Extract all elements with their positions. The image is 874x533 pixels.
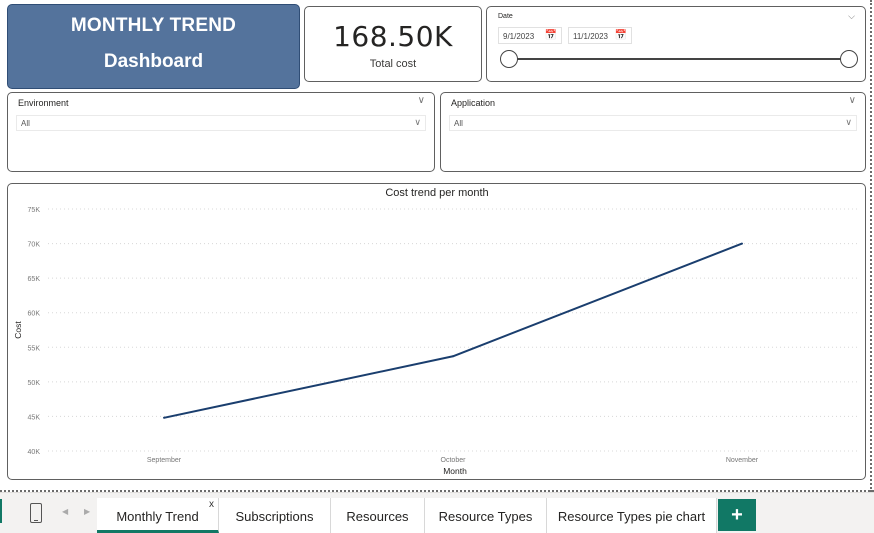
start-date-value: 9/1/2023 [503, 32, 535, 41]
x-tick-label: October [441, 457, 467, 464]
end-date-input[interactable]: 11/1/2023 📅 [568, 27, 632, 44]
application-slicer-title: Application [451, 98, 496, 108]
tab-monthly-trend[interactable]: Monthly Trend x [97, 498, 219, 533]
range-end-handle[interactable] [840, 50, 858, 68]
application-slicer[interactable]: Application ∨ All ∨ [440, 92, 866, 172]
title-card: MONTHLY TREND Dashboard [7, 4, 300, 89]
prev-page-icon[interactable]: ◀ [62, 507, 68, 516]
tab-resources[interactable]: Resources [331, 498, 425, 533]
phone-layout-icon[interactable] [30, 503, 42, 523]
date-slicer-title: Date [498, 13, 513, 20]
line-chart-svg: Cost trend per month 40K 45K 50K 55K 60K 65K 70… [13, 187, 858, 476]
next-page-icon[interactable]: ▶ [84, 507, 90, 516]
canvas-border-right [870, 0, 872, 492]
calendar-icon[interactable]: 📅 [545, 30, 557, 41]
y-tick-label: 65K [28, 276, 41, 283]
y-tick-label: 40K [28, 449, 41, 456]
cost-trend-chart[interactable]: Cost trend per month 40K 45K 50K 55K 60K 65K 70… [7, 183, 866, 480]
total-cost-card[interactable]: 168.50K Total cost [304, 6, 482, 82]
y-tick-label: 45K [28, 414, 41, 421]
add-page-button[interactable]: + [718, 499, 756, 531]
tab-bar-edge [0, 499, 2, 523]
data-point [741, 242, 743, 245]
kpi-label: Total cost [369, 58, 417, 70]
y-tick-label: 70K [28, 242, 41, 249]
application-dropdown[interactable]: All ∨ [449, 115, 857, 131]
x-tick-label: November [726, 457, 759, 464]
data-point [163, 416, 165, 419]
kpi-value: 168.50K [333, 20, 453, 53]
chevron-down-icon: ∨ [414, 117, 421, 127]
tab-label: Subscriptions [235, 509, 314, 524]
y-axis-label: Cost [13, 321, 23, 339]
application-selected: All [454, 119, 463, 128]
chevron-down-icon[interactable]: ⌵ [848, 11, 855, 22]
x-axis-label: Month [443, 466, 467, 476]
end-date-value: 11/1/2023 [573, 32, 608, 41]
y-tick-label: 60K [28, 311, 41, 318]
close-icon[interactable]: x [209, 499, 214, 510]
y-tick-label: 55K [28, 345, 41, 352]
tab-label: Monthly Trend [116, 509, 199, 524]
tab-resource-types[interactable]: Resource Types [425, 498, 547, 533]
chevron-down-icon[interactable]: ∨ [418, 95, 425, 106]
chart-title: Cost trend per month [385, 187, 488, 199]
date-slicer[interactable]: Date ⌵ 9/1/2023 📅 11/1/2023 📅 [486, 6, 866, 82]
tab-label: Resource Types pie chart [557, 509, 706, 524]
tab-subscriptions[interactable]: Subscriptions [219, 498, 331, 533]
tab-label: Resource Types [438, 509, 533, 524]
tab-resource-types-pie-chart[interactable]: Resource Types pie chart [547, 498, 717, 533]
start-date-input[interactable]: 9/1/2023 📅 [498, 27, 562, 44]
environment-selected: All [21, 119, 30, 128]
report-title: MONTHLY TREND [70, 15, 237, 36]
chevron-down-icon[interactable]: ∨ [849, 95, 856, 106]
chevron-down-icon: ∨ [845, 117, 852, 127]
environment-slicer-title: Environment [18, 98, 69, 108]
date-range-track[interactable] [509, 58, 849, 60]
page-tab-bar: ◀ ▶ Monthly Trend x Subscriptions Resour… [0, 492, 874, 533]
environment-dropdown[interactable]: All ∨ [16, 115, 426, 131]
x-tick-label: September [147, 457, 182, 464]
data-point [452, 355, 454, 358]
report-subtitle: Dashboard [103, 51, 204, 72]
tab-label: Resources [346, 509, 409, 524]
calendar-icon[interactable]: 📅 [615, 30, 627, 41]
range-start-handle[interactable] [500, 50, 518, 68]
report-canvas: MONTHLY TREND Dashboard 168.50K Total co… [0, 0, 874, 492]
series-line [163, 242, 743, 419]
environment-slicer[interactable]: Environment ∨ All ∨ [7, 92, 435, 172]
y-tick-label: 75K [28, 207, 41, 214]
y-tick-label: 50K [28, 380, 41, 387]
